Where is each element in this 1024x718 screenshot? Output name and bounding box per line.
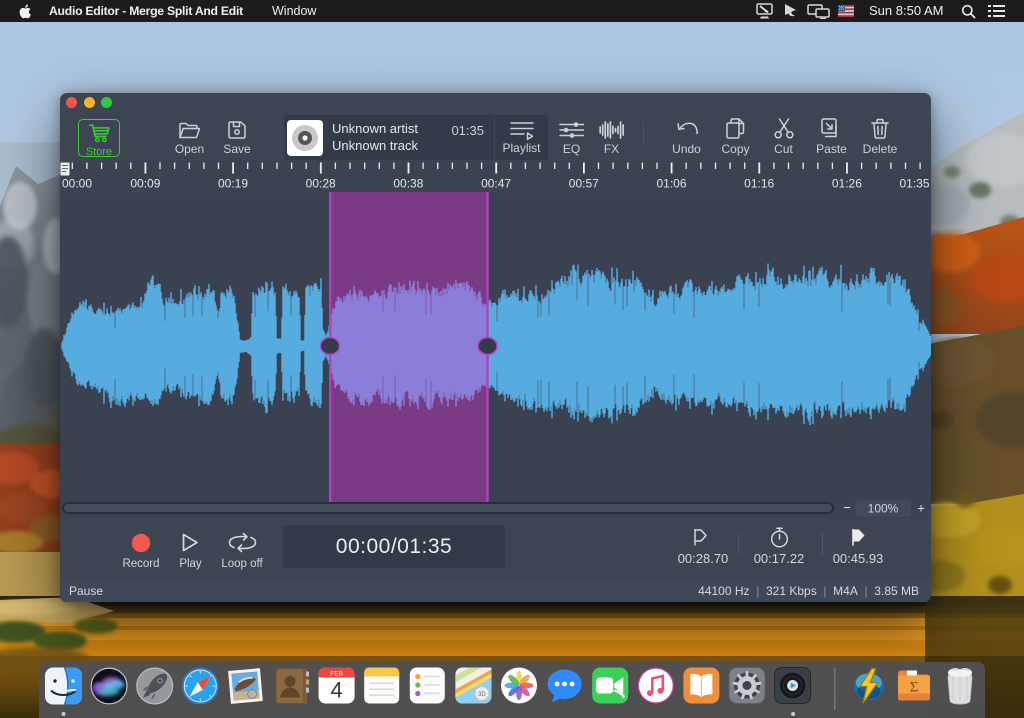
svg-text:Σ: Σ (910, 680, 919, 696)
svg-text:4: 4 (330, 678, 342, 703)
svg-text:3D: 3D (478, 692, 486, 698)
